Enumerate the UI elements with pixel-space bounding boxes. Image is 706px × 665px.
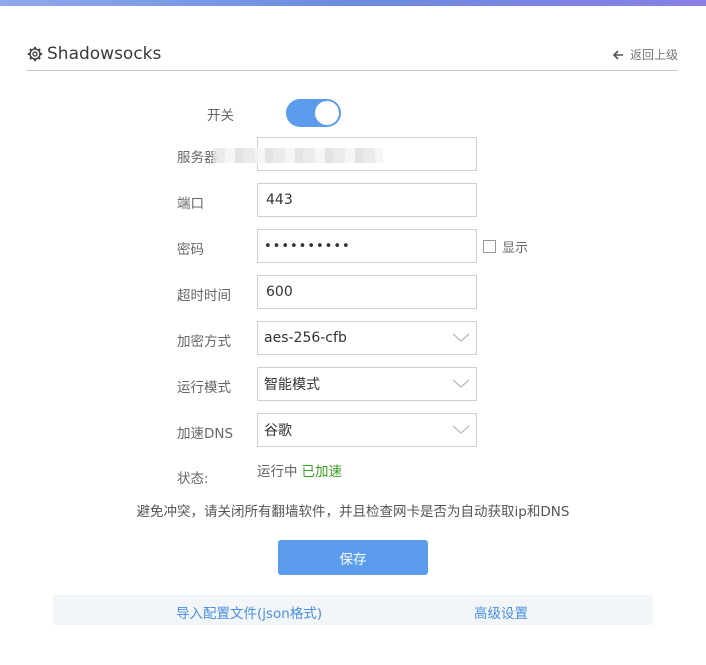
password-masked-value: •••••••••• — [264, 238, 351, 254]
encryption-label: 加密方式 — [177, 334, 231, 350]
encryption-select[interactable]: aes-256-cfb — [257, 321, 477, 355]
page-title: Shadowsocks — [47, 44, 162, 64]
redacted-server-value — [213, 148, 383, 163]
top-gradient-bar — [0, 0, 706, 6]
page-header: Shadowsocks 返回上级 — [27, 38, 678, 71]
show-password-checkbox[interactable] — [483, 240, 496, 253]
back-label: 返回上级 — [629, 48, 678, 62]
dns-select[interactable]: 谷歌 — [257, 413, 477, 447]
import-config-link[interactable]: 导入配置文件(json格式) — [176, 602, 322, 622]
timeout-input[interactable] — [264, 283, 470, 301]
toggle-knob — [315, 101, 339, 125]
show-password-toggle[interactable]: 显示 — [483, 237, 528, 256]
dns-value: 谷歌 — [264, 423, 292, 439]
encryption-value: aes-256-cfb — [264, 330, 347, 346]
footer-bar: 导入配置文件(json格式) 高级设置 — [53, 595, 653, 625]
server-label: 服务器 — [177, 150, 218, 166]
run-mode-select[interactable]: 智能模式 — [257, 367, 477, 401]
run-mode-label: 运行模式 — [177, 380, 231, 396]
dns-label: 加速DNS — [177, 426, 234, 442]
conflict-notice: 避免冲突，请关闭所有翻墙软件，并且检查网卡是否为自动获取ip和DNS — [136, 504, 570, 520]
switch-label: 开关 — [207, 108, 234, 124]
save-button[interactable]: 保存 — [278, 540, 428, 575]
back-link[interactable]: 返回上级 — [612, 46, 678, 63]
port-field[interactable] — [257, 183, 477, 217]
timeout-label: 超时时间 — [177, 288, 231, 304]
enable-toggle[interactable] — [286, 99, 341, 127]
show-password-label: 显示 — [502, 241, 529, 256]
port-input[interactable] — [264, 191, 470, 209]
arrow-left-icon — [612, 49, 623, 60]
gear-icon — [27, 46, 43, 62]
chevron-down-icon — [452, 425, 470, 434]
timeout-field[interactable] — [257, 275, 477, 309]
port-label: 端口 — [177, 196, 204, 212]
status-label: 状态: — [177, 471, 209, 487]
status-accelerated-badge: 已加速 — [301, 464, 343, 480]
chevron-down-icon — [452, 379, 470, 388]
status-running: 运行中 — [257, 464, 298, 480]
advanced-settings-link[interactable]: 高级设置 — [474, 602, 528, 622]
chevron-down-icon — [452, 333, 470, 342]
password-field[interactable]: •••••••••• — [257, 229, 477, 263]
status-value: 运行中 已加速 — [257, 460, 342, 480]
password-label: 密码 — [177, 242, 204, 258]
run-mode-value: 智能模式 — [264, 377, 320, 393]
